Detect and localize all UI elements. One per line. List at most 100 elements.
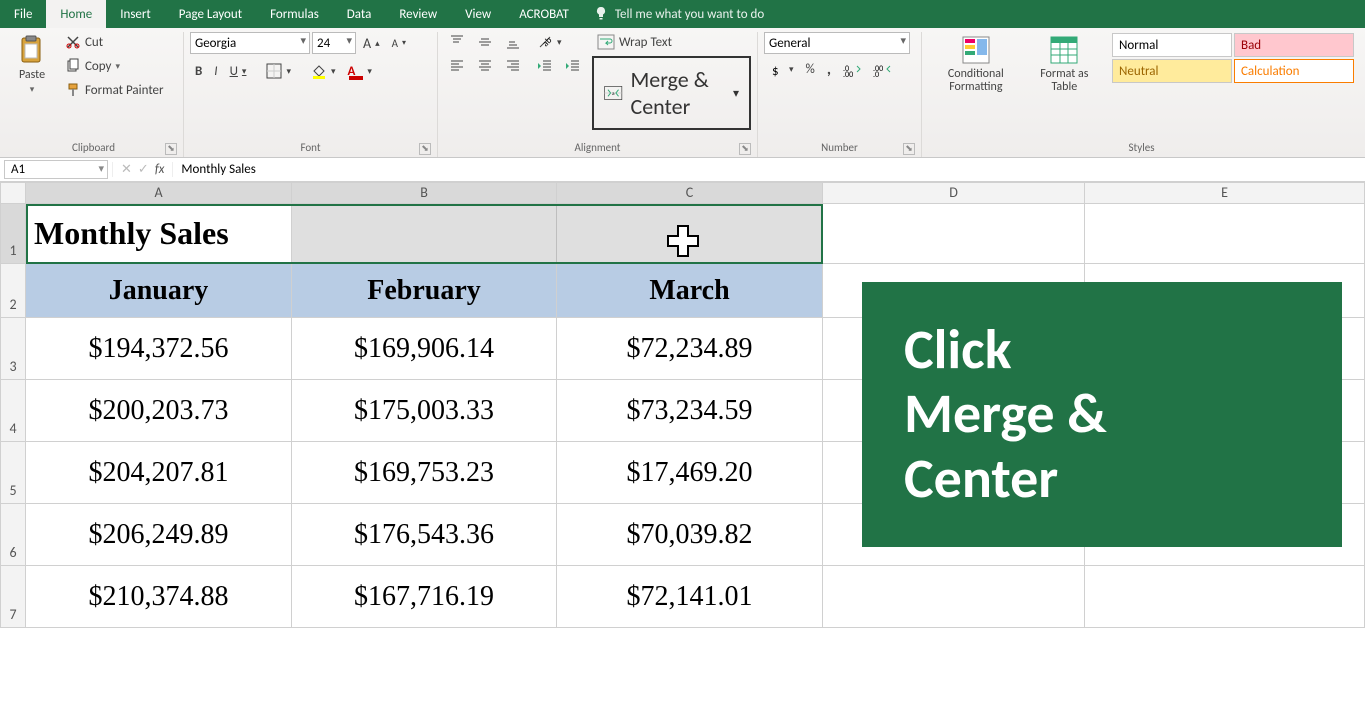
cell-c6[interactable]: $70,039.82 <box>557 504 823 566</box>
cell-a3[interactable]: $194,372.56 <box>26 318 292 380</box>
tab-acrobat[interactable]: ACROBAT <box>505 0 583 28</box>
cell-a6[interactable]: $206,249.89 <box>26 504 292 566</box>
font-launcher[interactable]: ⬊ <box>419 143 431 155</box>
tab-formulas[interactable]: Formulas <box>256 0 333 28</box>
tab-page-layout[interactable]: Page Layout <box>165 0 256 28</box>
cell-a1[interactable]: Monthly Sales <box>26 204 292 264</box>
wrap-text-button[interactable]: Wrap Text <box>592 32 677 52</box>
cell-b3[interactable]: $169,906.14 <box>292 318 557 380</box>
decrease-font-button[interactable]: A▾ <box>387 35 411 52</box>
italic-button[interactable]: I <box>209 62 222 81</box>
alignment-launcher[interactable]: ⬊ <box>739 143 751 155</box>
align-center-icon <box>477 58 493 74</box>
cell-d7[interactable] <box>823 566 1085 628</box>
bold-button[interactable]: B <box>190 62 207 81</box>
orientation-button[interactable]: ab ▾ <box>532 32 567 52</box>
align-top-button[interactable] <box>444 32 470 52</box>
row-header-6[interactable]: 6 <box>0 504 26 566</box>
tab-data[interactable]: Data <box>333 0 386 28</box>
comma-button[interactable]: , <box>822 58 836 81</box>
cancel-formula-icon[interactable]: ✕ <box>121 162 132 177</box>
col-header-b[interactable]: B <box>292 182 557 204</box>
cell-c7[interactable]: $72,141.01 <box>557 566 823 628</box>
decrease-indent-icon <box>537 58 553 74</box>
clipboard-launcher[interactable]: ⬊ <box>165 143 177 155</box>
cell-a2[interactable]: January <box>26 264 292 318</box>
col-header-e[interactable]: E <box>1085 182 1365 204</box>
col-header-d[interactable]: D <box>823 182 1085 204</box>
number-format-select[interactable] <box>764 32 910 54</box>
merge-center-button[interactable]: a Merge & Center ▾ <box>592 56 751 130</box>
borders-button[interactable]: ▾ <box>261 61 296 81</box>
increase-font-button[interactable]: A▴ <box>358 33 385 54</box>
align-center-button[interactable] <box>472 56 498 76</box>
chevron-down-icon: ▾ <box>115 61 120 72</box>
borders-icon <box>266 63 282 79</box>
row-header-7[interactable]: 7 <box>0 566 26 628</box>
cell-b1[interactable] <box>292 204 557 264</box>
tell-me-search[interactable]: Tell me what you want to do <box>593 0 764 28</box>
name-box[interactable]: A1 <box>4 160 108 179</box>
increase-indent-button[interactable] <box>560 56 586 76</box>
accounting-format-button[interactable]: $ ▾ <box>764 60 799 80</box>
tab-review[interactable]: Review <box>385 0 451 28</box>
cell-a5[interactable]: $204,207.81 <box>26 442 292 504</box>
font-color-button[interactable]: A ▾ <box>343 60 377 82</box>
fill-color-button[interactable]: ▾ <box>306 61 341 81</box>
copy-button[interactable]: Copy ▾ <box>60 56 125 76</box>
cell-e1[interactable] <box>1085 204 1365 264</box>
row-header-4[interactable]: 4 <box>0 380 26 442</box>
decrease-decimal-button[interactable]: .00.0 <box>868 61 896 79</box>
cell-style-normal[interactable]: Normal <box>1112 33 1232 57</box>
col-header-a[interactable]: A <box>26 182 292 204</box>
fx-icon[interactable]: fx <box>155 162 165 177</box>
select-all-corner[interactable] <box>0 182 26 204</box>
underline-button[interactable]: U ▾ <box>225 62 252 81</box>
align-right-button[interactable] <box>500 56 526 76</box>
cell-a4[interactable]: $200,203.73 <box>26 380 292 442</box>
paste-icon <box>16 34 48 66</box>
cell-style-bad[interactable]: Bad <box>1234 33 1354 57</box>
col-header-c[interactable]: C <box>557 182 823 204</box>
align-bottom-button[interactable] <box>500 32 526 52</box>
cell-style-calculation[interactable]: Calculation <box>1234 59 1354 83</box>
row-header-5[interactable]: 5 <box>0 442 26 504</box>
cut-button[interactable]: Cut <box>60 32 108 52</box>
align-left-button[interactable] <box>444 56 470 76</box>
tab-insert[interactable]: Insert <box>106 0 165 28</box>
align-middle-button[interactable] <box>472 32 498 52</box>
tab-home[interactable]: Home <box>46 0 106 28</box>
increase-decimal-button[interactable]: .0.00 <box>838 61 866 79</box>
cell-b2[interactable]: February <box>292 264 557 318</box>
cell-c3[interactable]: $72,234.89 <box>557 318 823 380</box>
decrease-indent-button[interactable] <box>532 56 558 76</box>
tab-file[interactable]: File <box>0 0 46 28</box>
cell-b7[interactable]: $167,716.19 <box>292 566 557 628</box>
row-header-3[interactable]: 3 <box>0 318 26 380</box>
cell-b6[interactable]: $176,543.36 <box>292 504 557 566</box>
font-size-select[interactable] <box>312 32 356 54</box>
cell-b5[interactable]: $169,753.23 <box>292 442 557 504</box>
formula-input[interactable]: Monthly Sales <box>173 161 1365 178</box>
percent-button[interactable]: % <box>801 60 820 79</box>
cell-e7[interactable] <box>1085 566 1365 628</box>
cell-c4[interactable]: $73,234.59 <box>557 380 823 442</box>
merge-icon: a <box>604 82 623 104</box>
cell-c1[interactable] <box>557 204 823 264</box>
format-painter-button[interactable]: Format Painter <box>60 80 169 100</box>
number-launcher[interactable]: ⬊ <box>903 143 915 155</box>
cell-a7[interactable]: $210,374.88 <box>26 566 292 628</box>
cell-c5[interactable]: $17,469.20 <box>557 442 823 504</box>
cell-d1[interactable] <box>823 204 1085 264</box>
cell-c2[interactable]: March <box>557 264 823 318</box>
font-name-select[interactable] <box>190 32 310 54</box>
tab-view[interactable]: View <box>451 0 505 28</box>
row-header-2[interactable]: 2 <box>0 264 26 318</box>
conditional-formatting-button[interactable]: Conditional Formatting <box>928 32 1024 96</box>
accept-formula-icon[interactable]: ✓ <box>138 162 149 177</box>
cell-b4[interactable]: $175,003.33 <box>292 380 557 442</box>
row-header-1[interactable]: 1 <box>0 204 26 264</box>
cell-style-neutral[interactable]: Neutral <box>1112 59 1232 83</box>
paste-button[interactable]: Paste ▾ <box>10 32 54 97</box>
format-as-table-button[interactable]: Format as Table <box>1030 32 1099 96</box>
